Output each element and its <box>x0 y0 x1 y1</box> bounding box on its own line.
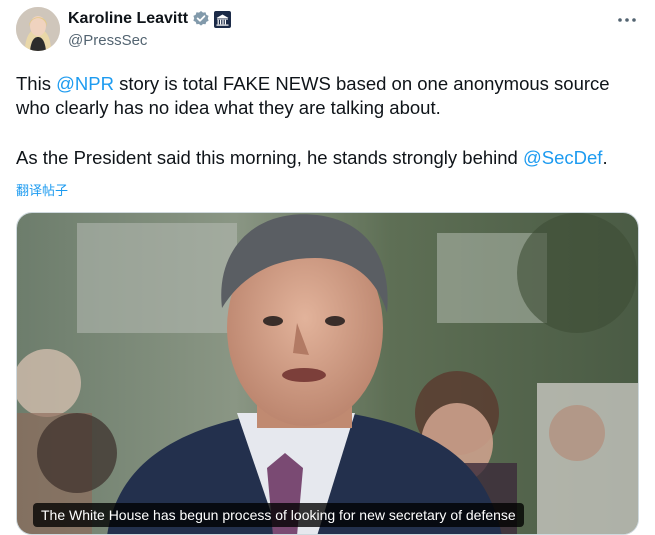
translate-post-link[interactable]: 翻译帖子 <box>16 180 68 199</box>
tweet-text-line-3: As the President said this morning, he s… <box>16 146 641 170</box>
tweet-text-segment: . <box>602 147 608 168</box>
author-avatar[interactable] <box>16 7 60 51</box>
white-house-badge-icon <box>214 10 232 28</box>
tweet-media-image[interactable]: The White House has begun process of loo… <box>16 212 639 535</box>
more-options-icon[interactable] <box>612 8 642 32</box>
verified-badge-icon <box>192 10 210 28</box>
media-caption: The White House has begun process of loo… <box>33 503 524 527</box>
tweet-text-segment: This <box>16 73 57 94</box>
media-photo <box>17 213 638 534</box>
mention-link-secdef[interactable]: @SecDef <box>523 147 602 168</box>
author-display-name[interactable]: Karoline Leavitt <box>68 10 188 28</box>
tweet-text-line-2: who clearly has no idea what they are ta… <box>16 97 441 118</box>
author-name-row: Karoline Leavitt <box>68 9 232 29</box>
tweet-text-segment: story is total FAKE NEWS based on one an… <box>113 73 610 94</box>
tweet-text: This @NPR story is total FAKE NEWS based… <box>16 72 641 170</box>
mention-link-npr[interactable]: @NPR <box>56 73 114 94</box>
tweet-text-line-1: This @NPR story is total FAKE NEWS based… <box>16 72 641 96</box>
tweet-text-segment: As the President said this morning, he s… <box>16 147 523 168</box>
tweet-card: Karoline Leavitt @PressSec This @NPR sto… <box>0 0 655 535</box>
author-handle[interactable]: @PressSec <box>68 32 147 49</box>
